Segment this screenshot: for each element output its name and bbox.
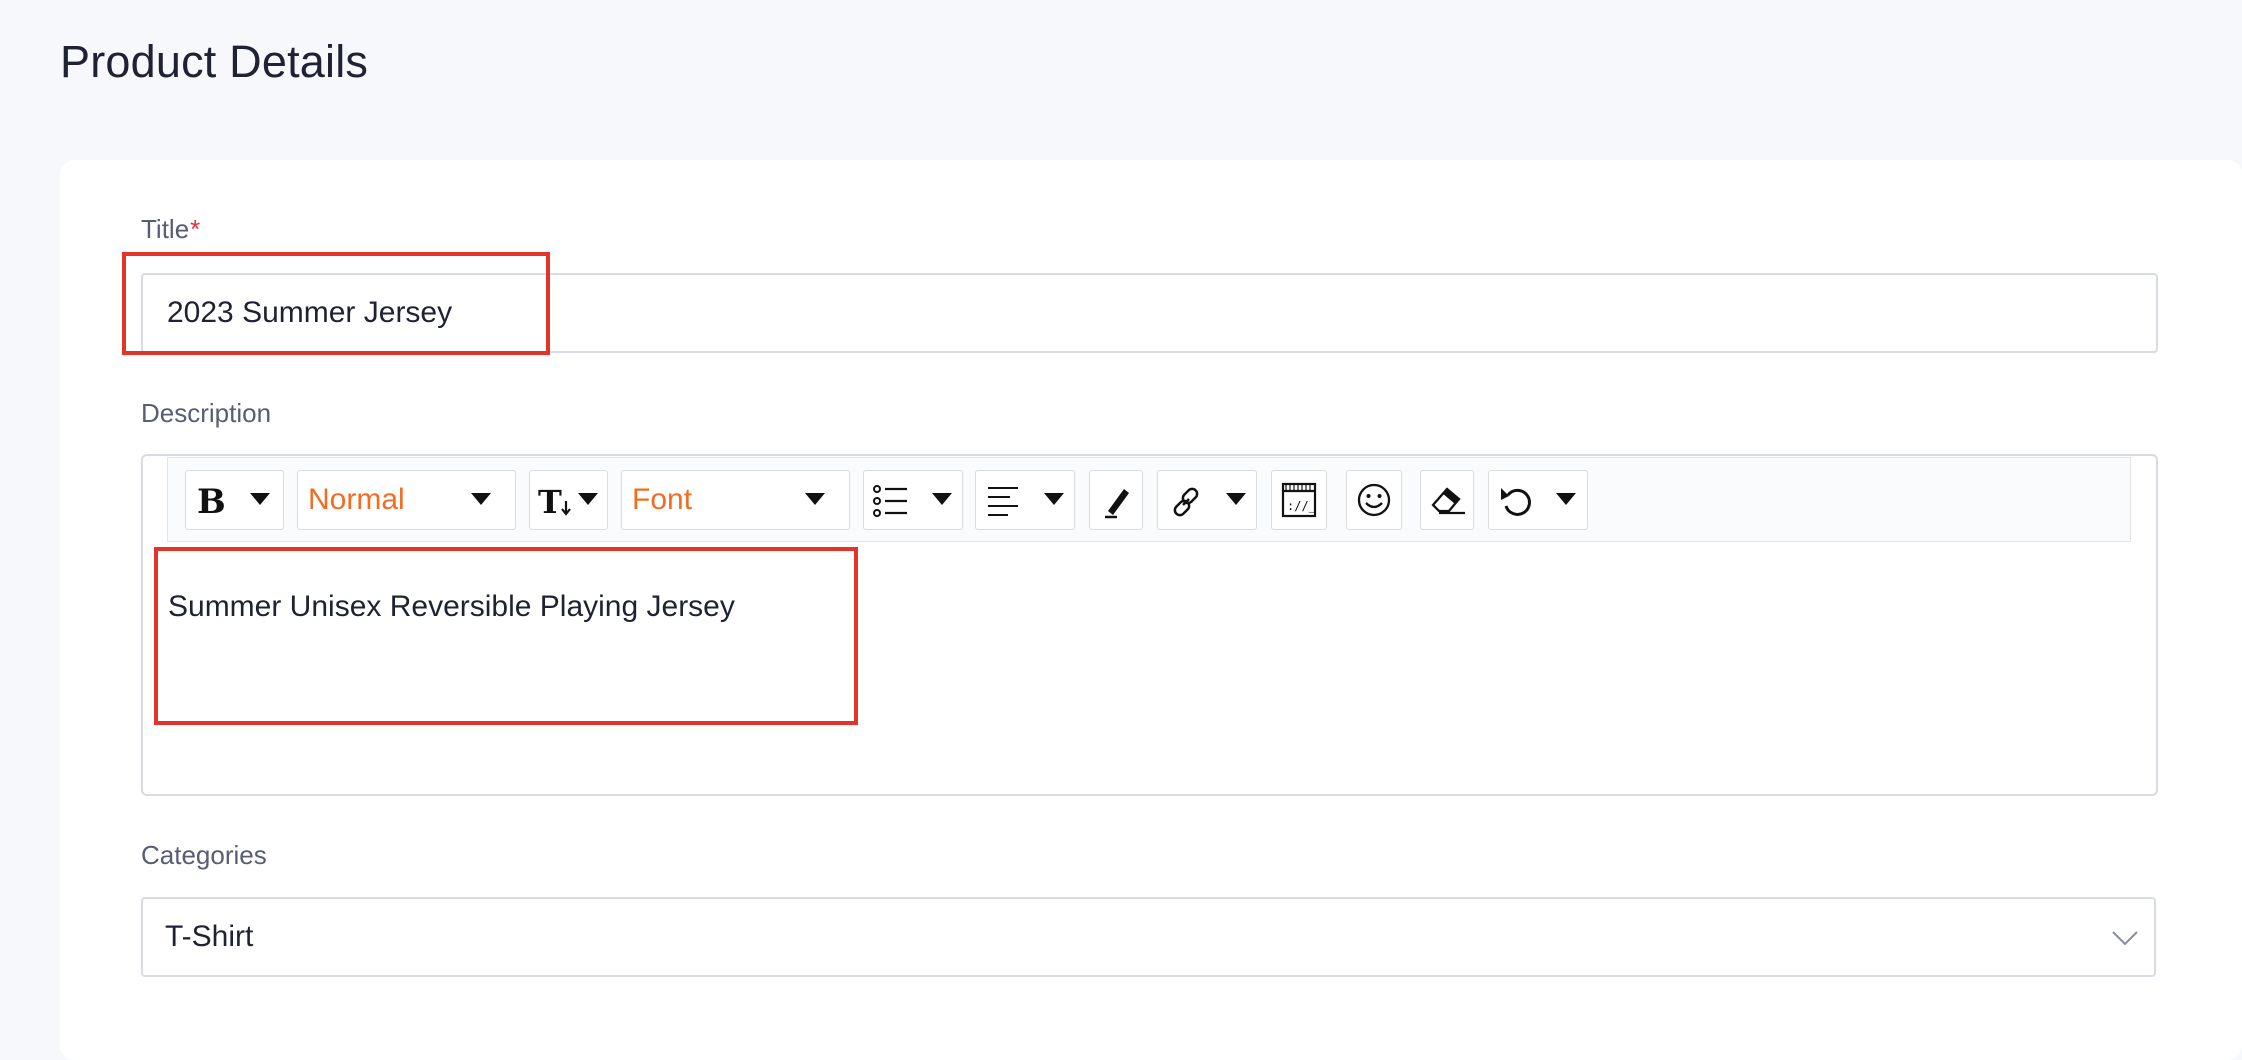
svg-text:B: B xyxy=(197,483,225,517)
chevron-down-icon xyxy=(932,493,952,505)
description-highlight-box xyxy=(154,547,858,725)
chevron-down-icon xyxy=(578,493,598,505)
highlight-button[interactable] xyxy=(1089,470,1143,530)
code-view-button[interactable]: ://_ xyxy=(1271,470,1327,530)
svg-text:T: T xyxy=(538,483,562,519)
page-title: Product Details xyxy=(60,36,369,87)
categories-label: Categories xyxy=(141,840,267,870)
chevron-down-icon xyxy=(2112,931,2138,946)
undo-icon xyxy=(1501,488,1531,516)
undo-button[interactable] xyxy=(1488,470,1588,530)
align-button[interactable] xyxy=(975,470,1075,530)
required-mark: * xyxy=(190,214,201,244)
categories-value: T-Shirt xyxy=(165,920,254,953)
emoji-icon xyxy=(1357,483,1391,517)
list-button[interactable] xyxy=(863,470,963,530)
font-family-select[interactable]: Font xyxy=(621,470,850,530)
chevron-down-icon xyxy=(1044,493,1064,505)
emoji-button[interactable] xyxy=(1346,470,1402,530)
paragraph-style-select[interactable]: Normal xyxy=(297,470,516,530)
svg-text:://_: ://_ xyxy=(1287,499,1317,513)
title-label-text: Title xyxy=(141,214,190,244)
bold-button[interactable]: B xyxy=(185,470,284,530)
chevron-down-icon xyxy=(1556,493,1576,505)
font-family-value: Font xyxy=(632,483,693,516)
title-highlight-box xyxy=(122,252,550,355)
chevron-down-icon xyxy=(250,493,270,505)
code-view-icon: ://_ xyxy=(1281,482,1317,518)
chevron-down-icon xyxy=(471,493,491,505)
categories-select[interactable] xyxy=(141,897,2156,977)
paragraph-style-value: Normal xyxy=(308,483,405,516)
description-label: Description xyxy=(141,398,272,428)
link-button[interactable] xyxy=(1157,470,1257,530)
list-icon xyxy=(873,485,907,517)
text-size-button[interactable]: T xyxy=(529,470,608,530)
clear-format-button[interactable] xyxy=(1420,470,1474,530)
eraser-icon xyxy=(1431,487,1465,515)
text-size-icon: T xyxy=(538,483,571,519)
chevron-down-icon xyxy=(805,493,825,505)
link-icon xyxy=(1173,487,1199,517)
chevron-down-icon xyxy=(1226,493,1246,505)
highlighter-icon xyxy=(1105,489,1129,519)
align-left-icon xyxy=(988,487,1018,516)
title-label: Title* xyxy=(141,214,200,245)
bold-icon: B xyxy=(197,483,225,517)
